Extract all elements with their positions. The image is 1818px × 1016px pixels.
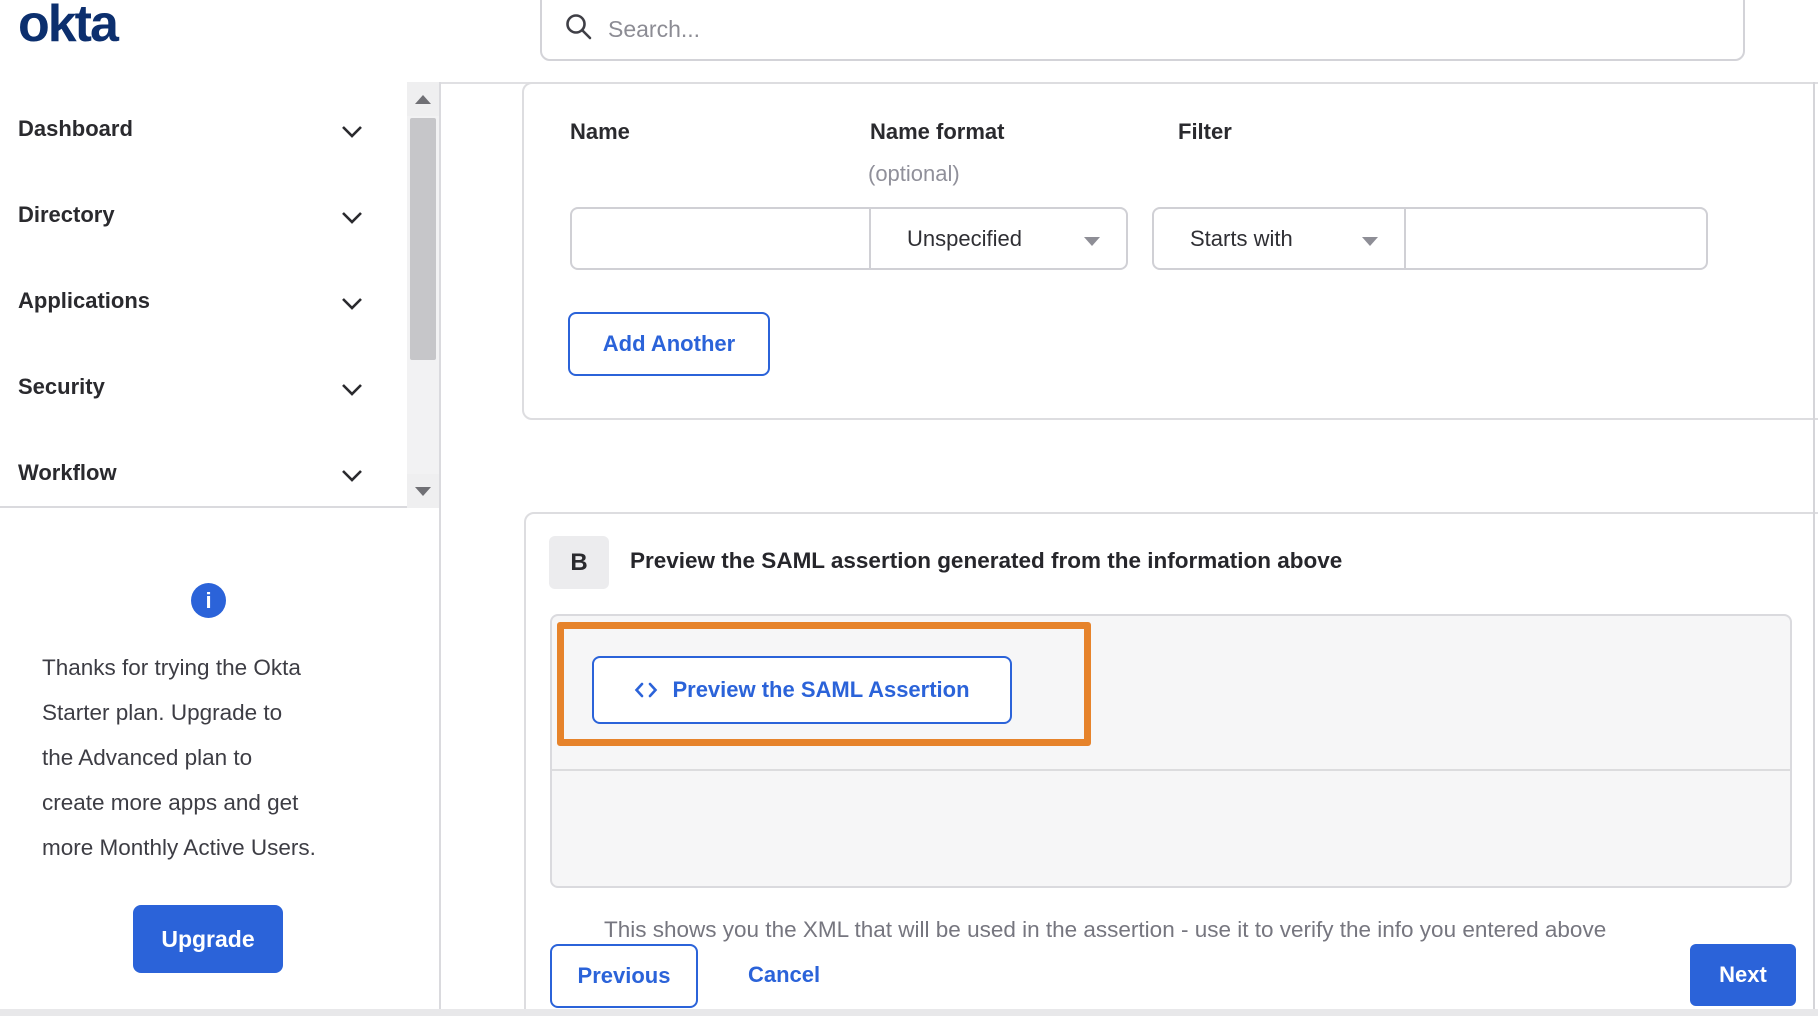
cancel-button[interactable]: Cancel <box>738 958 830 992</box>
sidebar-item-label: Applications <box>18 288 151 313</box>
chevron-down-icon <box>341 383 363 401</box>
okta-logo: okta <box>18 0 119 53</box>
sidebar-item-workflow[interactable]: Workflow <box>0 453 400 497</box>
preview-saml-card: B Preview the SAML assertion generated f… <box>524 512 1818 1016</box>
search-input[interactable] <box>608 16 1658 43</box>
sidebar-item-directory[interactable]: Directory <box>0 195 400 239</box>
promo-line: more Monthly Active Users. <box>42 835 316 860</box>
content-right-border <box>1813 82 1815 1016</box>
info-icon: i <box>191 583 226 618</box>
name-column-label: Name <box>570 119 630 144</box>
previous-button[interactable]: Previous <box>550 944 698 1008</box>
sidebar-scrollbar <box>407 82 439 508</box>
scroll-up-button[interactable] <box>407 82 439 116</box>
sidebar-item-label: Directory <box>18 202 115 227</box>
filter-column-label: Filter <box>1178 119 1232 144</box>
chevron-down-icon <box>341 211 363 229</box>
promo-line: create more apps and get <box>42 790 299 815</box>
code-icon <box>634 681 658 699</box>
scroll-down-button[interactable] <box>407 474 439 508</box>
section-b-title: Preview the SAML assertion generated fro… <box>630 548 1343 573</box>
search-icon <box>564 12 594 47</box>
promo-line: Thanks for trying the Okta <box>42 655 301 680</box>
filter-value-input[interactable] <box>1404 207 1708 270</box>
scrollbar-thumb[interactable] <box>410 118 436 360</box>
promo-line: the Advanced plan to <box>42 745 253 770</box>
step-b-badge: B <box>549 536 609 589</box>
attribute-statements-card: Name Name format (optional) Filter Unspe… <box>522 82 1818 420</box>
upgrade-button[interactable]: Upgrade <box>133 905 283 973</box>
upgrade-promo-text: Thanks for trying the Okta Starter plan.… <box>42 645 382 870</box>
next-button[interactable]: Next <box>1690 944 1796 1006</box>
bottom-edge-strip <box>0 1009 1818 1016</box>
name-format-selected-value: Unspecified <box>907 225 1022 251</box>
chevron-down-icon <box>341 125 363 143</box>
sidebar-item-label: Workflow <box>18 460 117 485</box>
triangle-down-icon <box>415 486 431 496</box>
filter-operator-select[interactable]: Starts with <box>1152 207 1406 270</box>
attribute-name-input[interactable] <box>570 207 871 270</box>
sidebar: Dashboard Directory Applications Securit… <box>0 82 441 1016</box>
triangle-up-icon <box>415 94 431 104</box>
sidebar-item-dashboard[interactable]: Dashboard <box>0 109 400 153</box>
dropdown-caret-icon <box>1084 237 1100 246</box>
add-another-button[interactable]: Add Another <box>568 312 770 376</box>
preview-saml-assertion-button[interactable]: Preview the SAML Assertion <box>592 656 1012 724</box>
sidebar-item-applications[interactable]: Applications <box>0 281 400 325</box>
sidebar-item-label: Security <box>18 374 105 399</box>
dropdown-caret-icon <box>1362 237 1378 246</box>
chevron-down-icon <box>341 297 363 315</box>
sidebar-item-label: Dashboard <box>18 116 133 141</box>
chevron-down-icon <box>341 469 363 487</box>
panel-divider <box>552 769 1790 771</box>
promo-line: Starter plan. Upgrade to <box>42 700 283 725</box>
name-format-column-label: Name format <box>870 119 1005 144</box>
name-format-select[interactable]: Unspecified <box>869 207 1128 270</box>
sidebar-item-security[interactable]: Security <box>0 367 400 411</box>
sidebar-nav: Dashboard Directory Applications Securit… <box>0 82 439 508</box>
global-search <box>540 0 1745 61</box>
name-format-optional-label: (optional) <box>868 161 960 186</box>
preview-saml-button-label: Preview the SAML Assertion <box>672 677 970 702</box>
okta-admin-page: okta Dashboard Directory <box>0 0 1818 1016</box>
filter-operator-selected-value: Starts with <box>1190 225 1293 251</box>
preview-description: This shows you the XML that will be used… <box>604 917 1607 942</box>
